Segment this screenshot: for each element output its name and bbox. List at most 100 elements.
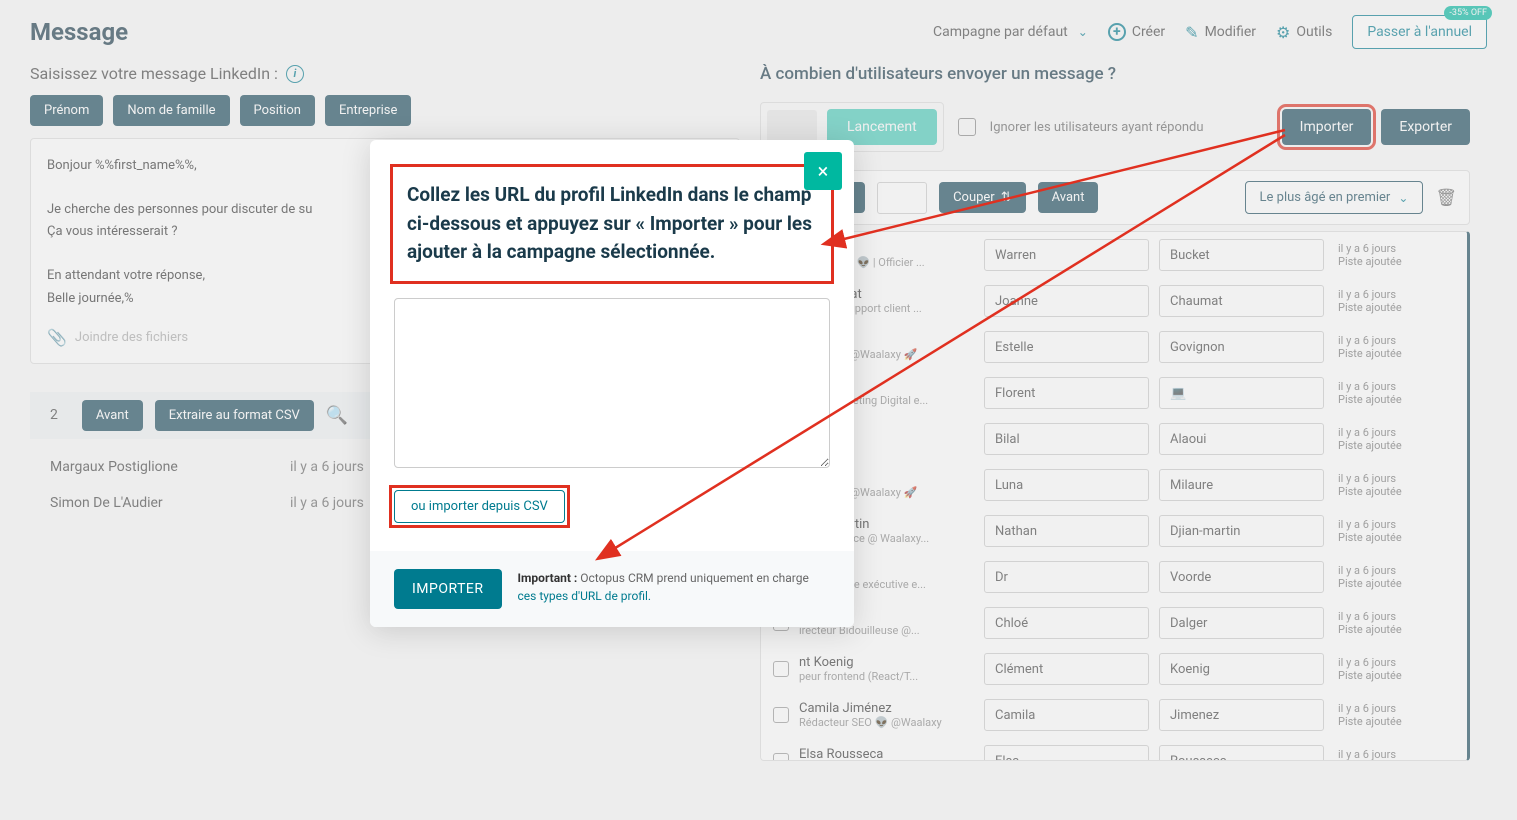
paperclip-icon: 📎 — [47, 328, 67, 347]
var-firstname-button[interactable]: Prénom — [30, 95, 103, 126]
user-checkbox[interactable] — [773, 661, 789, 677]
user-row: 💻sable Marketing Digital e...il y a 6 jo… — [761, 370, 1467, 416]
url-types-link[interactable]: ces types d'URL de profil. — [518, 589, 652, 603]
user-row: aouiprojet SEOil y a 6 joursPiste ajouté… — [761, 416, 1467, 462]
user-row: ilaureclient 👽 | @Waalaxy 🚀il y a 6 jour… — [761, 462, 1467, 508]
user-firstname-input[interactable] — [984, 607, 1149, 639]
import-modal: × Collez les URL du profil LinkedIn dans… — [370, 140, 854, 627]
user-firstname-input[interactable] — [984, 285, 1149, 317]
modal-instruction: Collez les URL du profil LinkedIn dans l… — [407, 181, 817, 267]
message-section-title: Saisissez votre message LinkedIn : i — [30, 64, 740, 83]
user-row: nt Koenigpeur frontend (React/T...il y a… — [761, 646, 1467, 692]
user-date: il y a 6 jours — [1338, 334, 1428, 347]
user-name: Elsa Rousseca — [799, 747, 974, 761]
ignore-label: Ignorer les utilisateurs ayant répondu — [990, 120, 1204, 135]
chevron-down-icon: ⌄ — [1078, 25, 1088, 39]
before-button-2[interactable]: Avant — [1038, 182, 1099, 213]
search-icon[interactable]: 🔍 — [326, 405, 348, 426]
extract-csv-button[interactable]: Extraire au format CSV — [155, 400, 314, 431]
user-date: il y a 6 jours — [1338, 288, 1428, 301]
user-status: Piste ajoutée — [1338, 485, 1428, 498]
import-submit-button[interactable]: IMPORTER — [394, 569, 502, 609]
var-position-button[interactable]: Position — [240, 95, 315, 126]
info-icon[interactable]: i — [286, 65, 304, 83]
create-link[interactable]: + Créer — [1108, 23, 1165, 41]
var-lastname-button[interactable]: Nom de famille — [113, 95, 229, 126]
annual-button[interactable]: Passer à l'annuel -35% OFF — [1352, 15, 1487, 49]
user-checkbox[interactable] — [773, 753, 789, 761]
user-date: il y a 6 jours — [1338, 242, 1428, 255]
user-lastname-input[interactable] — [1159, 699, 1324, 731]
export-button[interactable]: Exporter — [1381, 109, 1470, 145]
page-title: Message — [30, 18, 128, 46]
user-status: Piste ajoutée — [1338, 669, 1428, 682]
user-row: Dalgerirecteur Bidouilleuse @...il y a 6… — [761, 600, 1467, 646]
user-lastname-input[interactable] — [1159, 607, 1324, 639]
user-lastname-input[interactable] — [1159, 469, 1324, 501]
user-firstname-input[interactable] — [984, 239, 1149, 271]
campaign-selector[interactable]: Campagne par défaut ⌄ — [933, 24, 1088, 40]
tools-link[interactable]: ⚙ Outils — [1276, 23, 1332, 42]
var-company-button[interactable]: Entreprise — [325, 95, 411, 126]
user-date: il y a 6 jours — [1338, 702, 1428, 715]
import-csv-button[interactable]: ou importer depuis CSV — [394, 490, 565, 523]
user-date: il y a 6 jours — [1338, 656, 1428, 669]
user-firstname-input[interactable] — [984, 423, 1149, 455]
before-button[interactable]: Avant — [82, 400, 143, 431]
user-firstname-input[interactable] — [984, 745, 1149, 761]
user-lastname-input[interactable] — [1159, 653, 1324, 685]
ignore-checkbox[interactable] — [958, 118, 976, 136]
user-lastname-input[interactable] — [1159, 561, 1324, 593]
close-button[interactable]: × — [804, 152, 842, 190]
user-lastname-input[interactable] — [1159, 423, 1324, 455]
small-input[interactable] — [877, 182, 927, 214]
discount-badge: -35% OFF — [1444, 6, 1492, 20]
user-firstname-input[interactable] — [984, 561, 1149, 593]
sort-arrows-icon: ⇅ — [1001, 190, 1012, 205]
campaign-name: Campagne par défaut — [933, 24, 1068, 40]
modal-instruction-box: Collez les URL du profil LinkedIn dans l… — [390, 164, 834, 284]
cut-button[interactable]: Couper⇅ — [939, 182, 1026, 213]
user-status: Piste ajoutée — [1338, 301, 1428, 314]
user-row: Warrenur financier 👽 | Officier ...il y … — [761, 232, 1467, 278]
user-date: il y a 6 jours — [1338, 564, 1428, 577]
import-button[interactable]: Importer — [1282, 109, 1372, 145]
user-firstname-input[interactable] — [984, 653, 1149, 685]
user-row: Camila JiménezRédacteur SEO 👽 @Waalaxyil… — [761, 692, 1467, 738]
user-lastname-input[interactable] — [1159, 745, 1324, 761]
user-lastname-input[interactable] — [1159, 377, 1324, 409]
user-firstname-input[interactable] — [984, 699, 1149, 731]
trash-icon[interactable]: 🗑 — [1435, 188, 1457, 208]
count-input[interactable] — [767, 110, 817, 144]
chevron-down-icon: ⌄ — [1398, 191, 1408, 205]
user-status: Piste ajoutée — [1338, 531, 1428, 544]
user-date: il y a 6 jours — [1338, 472, 1428, 485]
user-date: il y a 6 jours — [1338, 748, 1428, 761]
user-lastname-input[interactable] — [1159, 285, 1324, 317]
user-lastname-input[interactable] — [1159, 331, 1324, 363]
right-title: À combien d'utilisateurs envoyer un mess… — [760, 64, 1470, 84]
user-status: Piste ajoutée — [1338, 393, 1428, 406]
user-firstname-input[interactable] — [984, 515, 1149, 547]
sort-selector[interactable]: Le plus âgé en premier⌄ — [1245, 181, 1424, 214]
user-status: Piste ajoutée — [1338, 577, 1428, 590]
user-firstname-input[interactable] — [984, 377, 1149, 409]
user-lastname-input[interactable] — [1159, 515, 1324, 547]
url-textarea[interactable] — [394, 298, 830, 468]
user-date: il y a 6 jours — [1338, 610, 1428, 623]
user-lastname-input[interactable] — [1159, 239, 1324, 271]
user-row: rdee de marque exécutive e...il y a 6 jo… — [761, 554, 1467, 600]
user-status: Piste ajoutée — [1338, 715, 1428, 728]
user-status: Piste ajoutée — [1338, 623, 1428, 636]
modify-link[interactable]: ✎ Modifier — [1185, 23, 1256, 42]
user-subtitle: peur frontend (React/T... — [799, 670, 974, 683]
user-checkbox[interactable] — [773, 707, 789, 723]
contact-date: il y a 6 jours — [290, 459, 364, 475]
contact-date: il y a 6 jours — [290, 495, 364, 511]
user-firstname-input[interactable] — [984, 331, 1149, 363]
user-row: Elsa RoussecaCMO 👽 (Chief Music Officer)… — [761, 738, 1467, 761]
user-status: Piste ajoutée — [1338, 439, 1428, 452]
user-firstname-input[interactable] — [984, 469, 1149, 501]
contact-name: Margaux Postiglione — [50, 459, 290, 475]
user-status: Piste ajoutée — [1338, 347, 1428, 360]
